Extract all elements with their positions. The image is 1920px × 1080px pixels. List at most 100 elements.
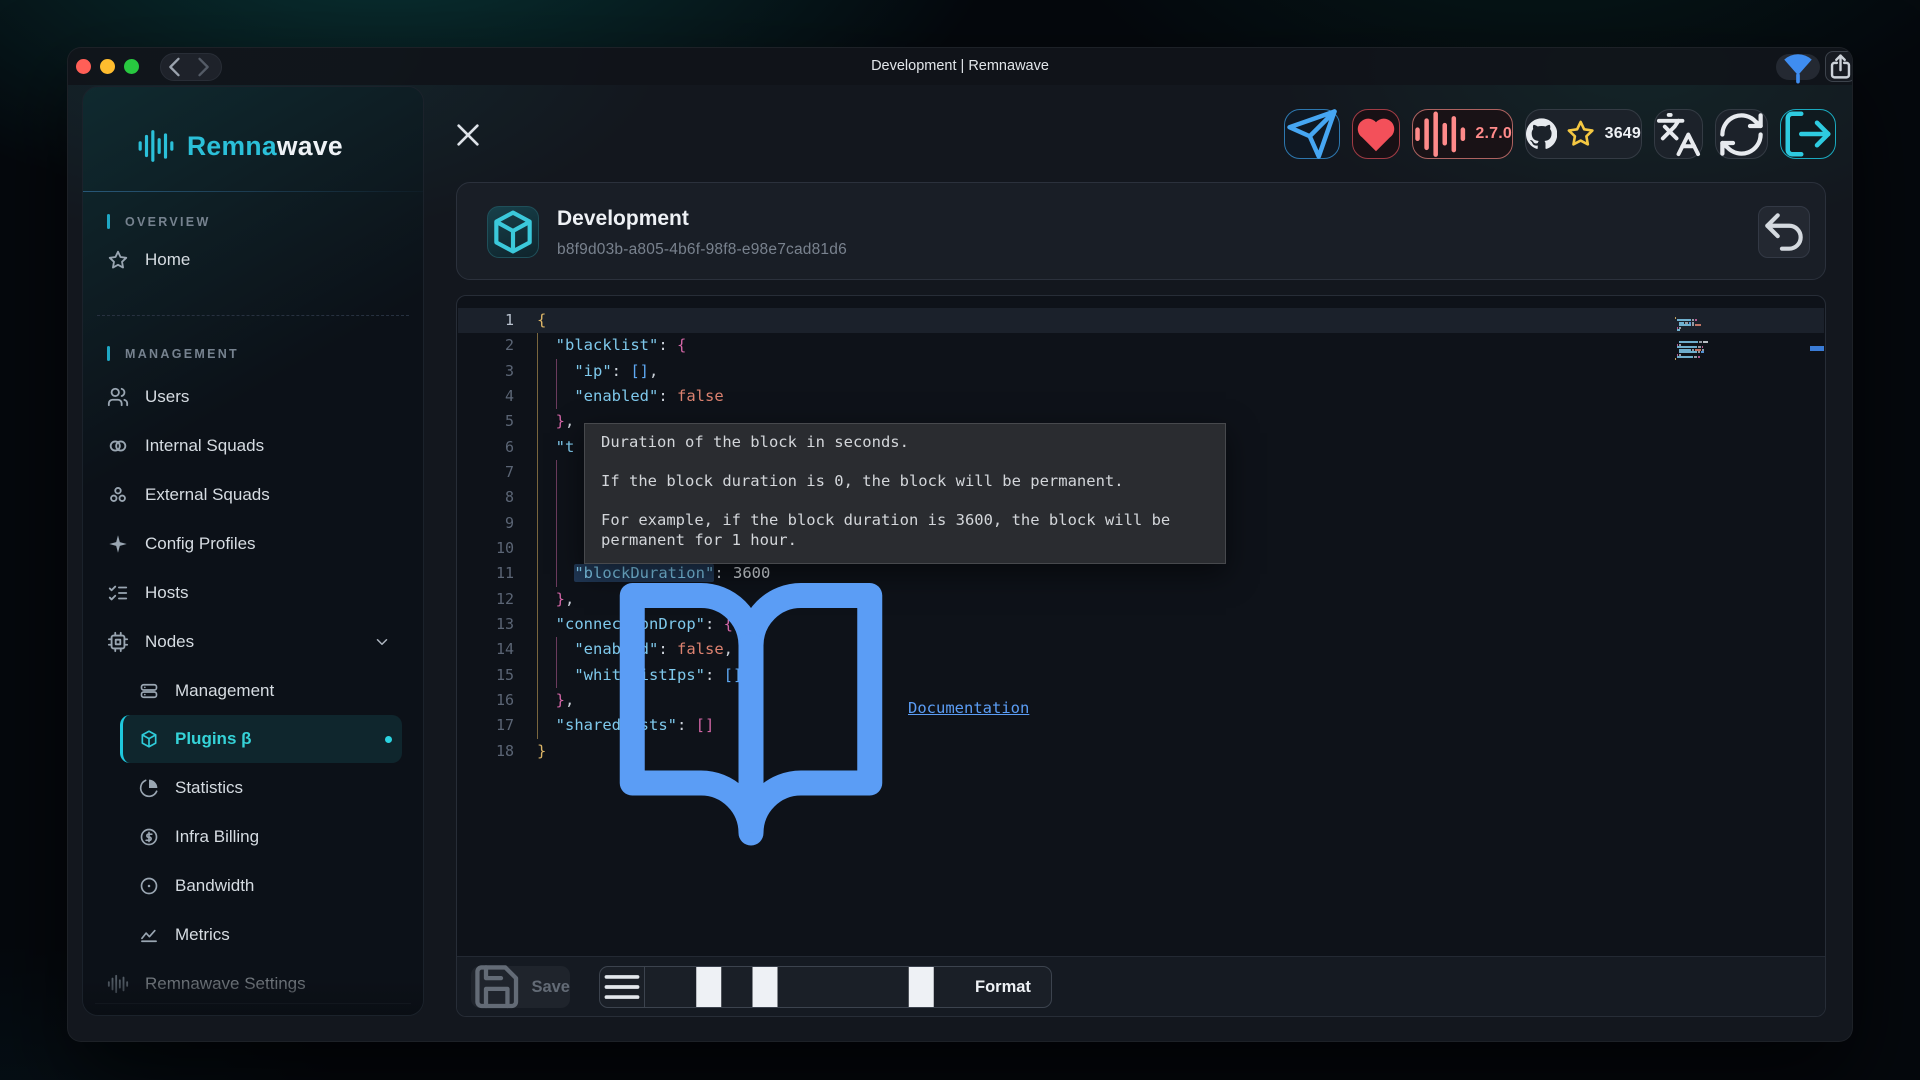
knot-icon xyxy=(107,484,129,506)
code-token: { xyxy=(677,336,686,354)
format-button[interactable]: Format xyxy=(645,967,1051,1007)
plugin-icon-tile xyxy=(487,206,539,258)
code-token: false xyxy=(677,387,724,405)
line-number: 7 xyxy=(457,460,514,485)
code-line: "enabled": false xyxy=(537,384,770,409)
code-line: "ip": [], xyxy=(537,359,770,384)
code-token: , xyxy=(649,362,658,380)
editor-area[interactable]: 123456789101112131415161718 { "blacklist… xyxy=(457,296,1825,956)
brand-logo[interactable]: Remnawave xyxy=(137,127,343,165)
save-button[interactable]: Save xyxy=(471,966,570,1008)
minimap-token xyxy=(1695,319,1696,321)
code-token: [] xyxy=(630,362,649,380)
sidebar-item-config-profiles[interactable]: Config Profiles xyxy=(95,519,411,568)
star-outline-icon xyxy=(1565,118,1596,149)
sidebar-item-nodes[interactable]: Nodes xyxy=(95,617,411,666)
line-numbers: 123456789101112131415161718 xyxy=(457,308,514,764)
logout-button[interactable] xyxy=(1780,109,1836,159)
sidebar-item-label: Management xyxy=(175,681,274,701)
checklist-icon xyxy=(107,582,129,604)
code-token xyxy=(537,336,556,354)
telegram-button[interactable] xyxy=(1284,109,1340,159)
code-token xyxy=(537,590,556,608)
code-token: , xyxy=(565,590,574,608)
sidebar-item-internal-squads[interactable]: Internal Squads xyxy=(95,421,411,470)
sidebar-item-label: Nodes xyxy=(145,632,194,652)
nav-section-label: MANAGEMENT xyxy=(95,316,411,372)
nav-forward-button[interactable] xyxy=(189,54,217,80)
version-button-label: 2.7.0 xyxy=(1475,125,1512,143)
share-icon xyxy=(1826,52,1853,81)
app-window: Development | Remnawave 2.7.03649 Remnaw… xyxy=(67,47,1853,1042)
code-token: "t xyxy=(556,438,575,456)
sidebar-item-label: External Squads xyxy=(145,485,270,505)
line-number: 18 xyxy=(457,739,514,764)
refresh-button[interactable] xyxy=(1715,109,1768,159)
save-icon xyxy=(471,961,522,1012)
heart-icon xyxy=(1353,111,1399,157)
code-token: "blacklist" xyxy=(556,336,659,354)
minimize-window-button[interactable] xyxy=(100,59,115,74)
tooltip-line: If the block duration is 0, the block wi… xyxy=(601,471,1209,491)
header-actions: 2.7.0 3649 xyxy=(1284,109,1836,159)
chevron-left-icon xyxy=(161,53,189,81)
nav-back-button[interactable] xyxy=(161,54,189,80)
code-token: "ip" xyxy=(574,362,611,380)
line-number: 13 xyxy=(457,612,514,637)
sidebar-item-users[interactable]: Users xyxy=(95,372,411,421)
sidebar-item-label: Hosts xyxy=(145,583,188,603)
sidebar-item-remnawave-settings[interactable]: Remnawave Settings xyxy=(95,959,411,1008)
plugin-uuid: b8f9d03b-a805-4b6f-98f8-e98e7cad81d6 xyxy=(557,241,847,259)
sidebar-item-label: Remnawave Settings xyxy=(145,974,306,994)
tooltip-line: Duration of the block in seconds. xyxy=(601,432,1209,452)
close-panel-button[interactable] xyxy=(452,119,484,151)
format-label: Format xyxy=(975,978,1031,997)
book-icon xyxy=(601,558,901,858)
sidebar-item-management[interactable]: Management xyxy=(95,666,411,715)
zoom-window-button[interactable] xyxy=(124,59,139,74)
sidebar-item-statistics[interactable]: Statistics xyxy=(95,763,411,812)
documentation-link[interactable]: Documentation xyxy=(601,558,1209,858)
close-icon xyxy=(452,119,484,151)
back-button[interactable] xyxy=(1758,206,1810,258)
github-stars-button-label: 3649 xyxy=(1605,125,1641,143)
plugin-header-card: Development b8f9d03b-a805-4b6f-98f8-e98e… xyxy=(456,182,1826,280)
pie-icon xyxy=(139,778,159,798)
section-label-text: OVERVIEW xyxy=(125,215,211,229)
github-stars-button[interactable]: 3649 xyxy=(1525,109,1642,159)
line-number: 17 xyxy=(457,713,514,738)
sidebar-item-external-squads[interactable]: External Squads xyxy=(95,470,411,519)
disc-icon xyxy=(139,876,159,896)
sidebar-item-infra-billing[interactable]: Infra Billing xyxy=(95,812,411,861)
sidebar-item-hosts[interactable]: Hosts xyxy=(95,568,411,617)
minimap-token xyxy=(1679,341,1698,343)
sidebar-bottom-divider xyxy=(95,1003,411,1004)
code-token: { xyxy=(537,311,546,329)
minimap[interactable] xyxy=(1675,305,1705,349)
section-accent-bar xyxy=(107,214,110,229)
sidebar-item-label: Metrics xyxy=(175,925,230,945)
section-accent-bar xyxy=(107,346,110,361)
language-button[interactable] xyxy=(1654,109,1703,159)
version-button[interactable]: 2.7.0 xyxy=(1412,109,1513,159)
server-icon xyxy=(139,681,159,701)
sidebar-item-bandwidth[interactable]: Bandwidth xyxy=(95,861,411,910)
chevron-right-icon xyxy=(189,53,217,81)
line-number: 11 xyxy=(457,561,514,586)
donate-button[interactable] xyxy=(1352,109,1400,159)
code-token: } xyxy=(556,590,565,608)
share-button[interactable] xyxy=(1825,51,1853,82)
minimap-token xyxy=(1699,341,1702,343)
format-options-button[interactable] xyxy=(600,967,645,1007)
sidebar-item-metrics[interactable]: Metrics xyxy=(95,910,411,959)
blocks-icon xyxy=(665,966,965,1008)
minimap-token xyxy=(1694,356,1697,358)
minimap-token xyxy=(1679,351,1697,353)
extension-button[interactable] xyxy=(1776,54,1820,80)
github-icon xyxy=(1526,118,1557,149)
close-window-button[interactable] xyxy=(76,59,91,74)
nav-section-label: OVERVIEW xyxy=(95,195,411,235)
sidebar-item-home[interactable]: Home xyxy=(95,235,411,284)
sidebar-item-plugins[interactable]: Plugins β xyxy=(120,715,402,763)
code-line: "blacklist": { xyxy=(537,333,770,358)
